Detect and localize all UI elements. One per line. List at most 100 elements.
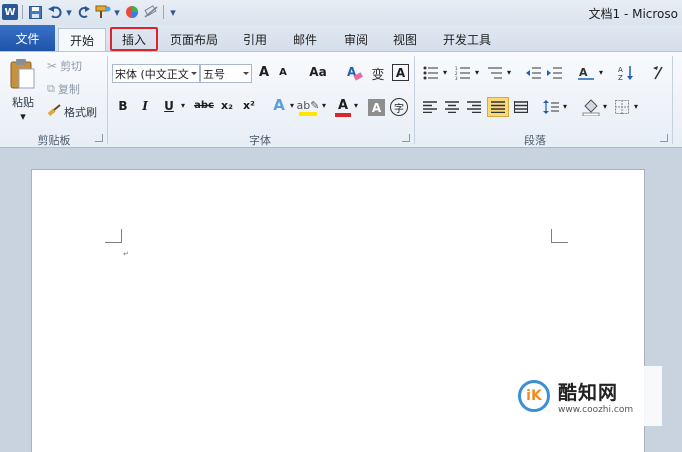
svg-text:Z: Z — [618, 74, 623, 81]
tab-home[interactable]: 开始 — [58, 28, 106, 51]
borders-dropdown-icon[interactable]: ▾ — [632, 102, 640, 111]
font-launcher-icon[interactable] — [402, 134, 410, 142]
tab-insert[interactable]: 插入 — [110, 27, 158, 51]
save-icon[interactable] — [27, 3, 44, 21]
clear-formatting-button[interactable]: A — [346, 64, 364, 82]
cut-label: 剪切 — [60, 60, 83, 73]
paste-button[interactable]: 粘贴 — [8, 94, 38, 110]
show-marks-button[interactable] — [650, 64, 666, 82]
ribbon: 粘贴 ▾ ✂ 剪切 ⧉ 复制 格式刷 剪贴板 宋体 (中文正文 五号 A A A… — [0, 51, 682, 148]
align-right-icon — [467, 101, 481, 113]
paragraph-launcher-icon[interactable] — [660, 134, 668, 142]
format-painter-button[interactable]: 格式刷 — [47, 103, 97, 120]
chinese-layout-dropdown-icon[interactable]: ▾ — [597, 68, 605, 77]
superscript-button[interactable]: x² — [240, 99, 258, 112]
group-separator — [107, 56, 108, 144]
undo-icon[interactable] — [46, 3, 63, 21]
clipboard-launcher-icon[interactable] — [95, 134, 103, 142]
multilevel-list-button[interactable] — [486, 65, 504, 81]
paragraph-mark-icon: ↵ — [123, 250, 129, 258]
undo-dropdown-icon[interactable]: ▾ — [65, 3, 73, 21]
bullets-dropdown-icon[interactable]: ▾ — [441, 68, 449, 77]
underline-dropdown-icon[interactable]: ▾ — [178, 101, 188, 110]
underline-button[interactable]: U — [162, 99, 176, 113]
decrease-indent-icon — [526, 67, 541, 79]
line-spacing-dropdown-icon[interactable]: ▾ — [561, 102, 569, 111]
justify-icon — [491, 101, 505, 113]
numbering-button[interactable]: 123 — [454, 65, 472, 81]
numbering-icon: 123 — [455, 66, 470, 80]
line-spacing-button[interactable] — [543, 99, 559, 115]
coozhi-logo-icon: iK — [518, 380, 550, 412]
font-name-combo[interactable]: 宋体 (中文正文 — [112, 64, 200, 83]
align-left-button[interactable] — [422, 99, 438, 115]
shading-dropdown-icon[interactable]: ▾ — [601, 102, 609, 111]
font-color-button[interactable]: A — [334, 96, 352, 118]
qat-separator — [22, 5, 23, 19]
character-border-button[interactable]: A — [392, 64, 409, 81]
chinese-layout-button[interactable]: A — [576, 64, 596, 82]
character-shading-button[interactable]: A — [368, 99, 385, 116]
redo-icon[interactable] — [75, 3, 92, 21]
clear-formatting-icon: A — [347, 65, 363, 81]
tab-page-layout[interactable]: 页面布局 — [163, 28, 225, 51]
paste-icon[interactable] — [5, 56, 39, 92]
color-icon[interactable] — [123, 3, 140, 21]
subscript-button[interactable]: x₂ — [218, 99, 236, 112]
watermark-url: www.coozhi.com — [558, 404, 634, 415]
tab-review[interactable]: 审阅 — [336, 28, 376, 51]
distribute-button[interactable] — [513, 99, 529, 115]
eraser-icon[interactable] — [142, 3, 159, 21]
justify-button[interactable] — [487, 97, 509, 117]
sort-button[interactable]: AZ — [617, 64, 635, 82]
align-right-button[interactable] — [466, 99, 482, 115]
enclosed-characters-button[interactable]: 字 — [390, 98, 408, 116]
decrease-indent-button[interactable] — [526, 65, 542, 81]
group-separator — [672, 56, 673, 144]
grow-font-button[interactable]: A — [256, 65, 272, 80]
numbering-dropdown-icon[interactable]: ▾ — [473, 68, 481, 77]
line-spacing-icon — [543, 100, 559, 114]
format-painter-icon[interactable] — [94, 3, 111, 21]
bullets-button[interactable] — [422, 65, 440, 81]
bold-button[interactable]: B — [116, 99, 130, 113]
highlight-dropdown-icon[interactable]: ▾ — [320, 101, 328, 110]
text-effects-dropdown-icon[interactable]: ▾ — [288, 101, 296, 110]
align-center-button[interactable] — [444, 99, 460, 115]
italic-button[interactable]: I — [138, 99, 152, 113]
tab-view[interactable]: 视图 — [385, 28, 425, 51]
highlight-button[interactable]: ab✎ — [297, 96, 319, 118]
highlight-color-bar — [299, 111, 317, 116]
text-effects-button[interactable]: A — [270, 96, 288, 114]
borders-icon — [615, 100, 629, 114]
borders-button[interactable] — [614, 99, 630, 115]
tab-mailings[interactable]: 邮件 — [285, 28, 325, 51]
paste-dropdown-icon[interactable]: ▾ — [18, 110, 28, 123]
phonetic-guide-button[interactable]: 变 — [368, 63, 388, 83]
shading-button[interactable] — [582, 98, 600, 116]
strikethrough-button[interactable]: abc — [192, 100, 216, 111]
title-bar: W ▾ ▾ ▾ 文档1 - Microso — [0, 0, 682, 25]
align-left-icon — [423, 101, 437, 113]
tab-references[interactable]: 引用 — [235, 28, 275, 51]
font-color-letter: A — [337, 97, 349, 113]
font-size-combo[interactable]: 五号 — [200, 64, 252, 83]
tab-developer[interactable]: 开发工具 — [436, 28, 498, 51]
multilevel-list-icon — [488, 67, 502, 79]
font-color-dropdown-icon[interactable]: ▾ — [352, 101, 360, 110]
paragraph-group-label: 段落 — [524, 134, 546, 147]
increase-indent-button[interactable] — [547, 65, 563, 81]
change-case-button[interactable]: Aa — [306, 65, 330, 79]
paint-bucket-icon — [582, 99, 600, 116]
svg-text:A: A — [579, 66, 588, 79]
watermark-name: 酷知网 — [558, 381, 619, 404]
shrink-font-button[interactable]: A — [276, 67, 290, 78]
copy-button[interactable]: ⧉ 复制 — [47, 81, 80, 97]
qat-dropdown-icon[interactable]: ▾ — [113, 3, 121, 21]
customize-icon[interactable]: ▾ — [168, 3, 178, 21]
margin-corner-top-right — [551, 229, 568, 243]
multilevel-dropdown-icon[interactable]: ▾ — [505, 68, 513, 77]
word-icon[interactable]: W — [2, 4, 18, 20]
tab-file[interactable]: 文件 — [0, 25, 55, 51]
cut-button[interactable]: ✂ 剪切 — [47, 58, 82, 74]
